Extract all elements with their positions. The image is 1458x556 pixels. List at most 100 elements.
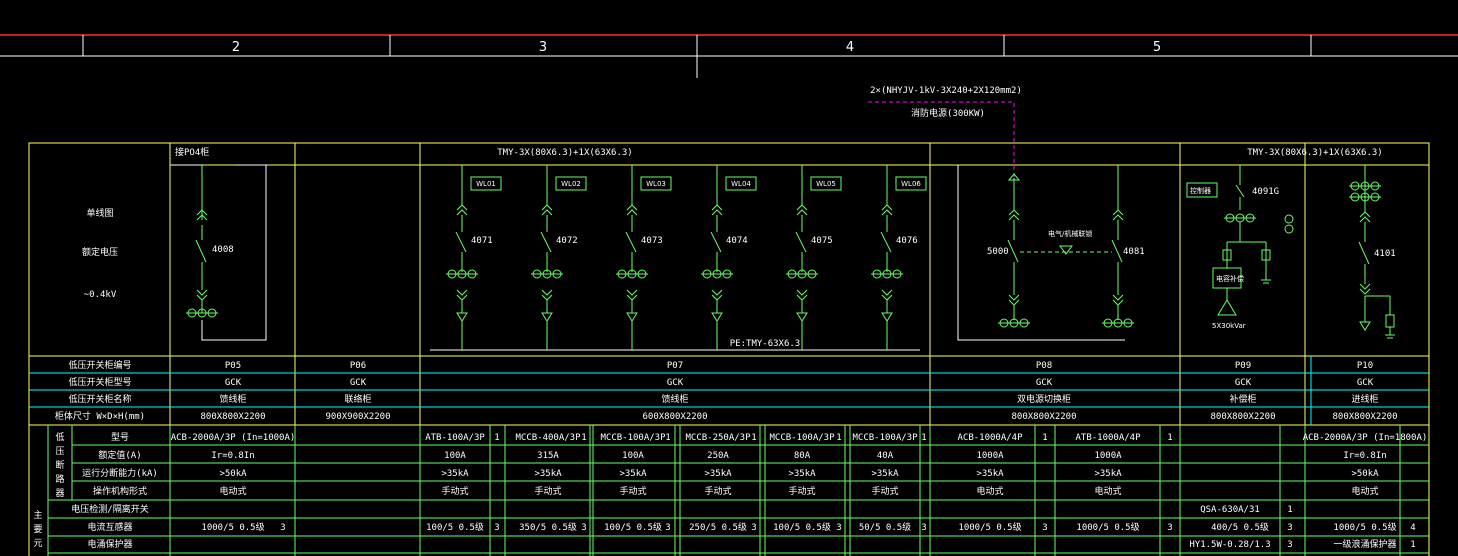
feeder-cable-label: 2×(NHYJV-1kV-3X240+2X120mm2) [870,86,1022,96]
spd-cell: HY1.5W-0.28/1.3 [1189,540,1270,550]
header-cell-p09: 补偿柜 [1229,393,1256,405]
ct-qty: 3 [1042,523,1047,533]
feeder-contact [541,289,553,301]
ct-cell: 1000/5 0.5级 [958,521,1021,533]
breaker-row-label: 操作机构形式 [93,485,147,497]
feeder-contact [711,289,723,301]
header-cell-p07: 馈线柜 [661,393,688,405]
breaker-qty: 1 [581,433,586,443]
ct-cell: 100/5 0.5级 [426,521,484,533]
breaker-qty: 1 [665,433,670,443]
side-main-char: 要 [33,524,42,535]
side-main-char: 元 [33,539,42,549]
breaker-cell: >35kA [619,469,647,479]
breaker-cell: 手动式 [871,485,898,497]
feeder-arrow [626,312,638,322]
ct-cell: 1000/5 0.5级 [201,521,264,533]
breaker-4076: 4076 [896,236,918,246]
header-label: 低压开关柜名称 [68,393,131,405]
ct-qty: 3 [280,523,285,533]
breaker-cell: MCCB-100A/3P [600,433,666,443]
feeder-switch [625,231,637,253]
header-label: 低压开关柜编号 [68,359,131,371]
header-cell-p10: 800X800X2200 [1332,412,1397,422]
compensation-tag: 电容补偿 [1216,274,1244,283]
ct-cell: 400/5 0.5级 [1211,521,1269,533]
reactor-tag: 控制器 [1190,186,1211,195]
rated-voltage-label: 额定电压 [82,246,118,258]
feeder-contact [881,289,893,301]
side-main-char: 主 [33,509,42,521]
breaker-cell: 40A [877,451,894,461]
component-text: 型号 ACB-2000A/3P (In=1000A) ATB-100A/3P MCCB… [71,432,1427,550]
header-cell-p10: P10 [1357,361,1373,371]
ct-cell: 100/5 0.5级 [604,521,662,533]
side-switch-char: 路 [55,473,64,485]
side-switch-char: 器 [55,488,64,499]
breaker-4074: 4074 [726,236,748,246]
breaker-cell: 100A [622,451,644,461]
header-cell-p05: GCK [225,378,242,388]
ct-cell: 100/5 0.5级 [773,521,831,533]
header-cell-p05: P05 [225,361,241,371]
breaker-qty: 1 [836,433,841,443]
breaker-4072: 4072 [556,236,578,246]
breaker-cell: 315A [537,451,559,461]
feeder-switch [795,231,807,253]
ruler-zone-2: 2 [232,40,240,55]
p07-feeders: WL01 4071 WL02 4072 WL03 4073 WL04 4074 WL05 4075… [446,165,927,350]
breaker-cell: ACB-2000A/3P (In=1800A) [1303,433,1428,443]
breaker-5000: 5000 [987,247,1009,257]
breaker-cell: 80A [794,451,811,461]
feeder-arrow [456,312,468,322]
ct-cell: 250/5 0.5级 [689,521,747,533]
feeder-contact [711,204,723,216]
ct-qty: 3 [494,523,499,533]
p07-feeder-1 [446,165,502,350]
feeder-contact [626,289,638,301]
breaker-cell: MCCB-400A/3P [515,433,581,443]
breaker-cell: 电动式 [976,485,1003,497]
feeder-arrow [541,312,553,322]
breaker-cell: 手动式 [704,485,731,497]
feeder-arrow [711,312,723,322]
header-cell-p07: GCK [667,378,684,388]
header-cell-p09: P09 [1235,361,1251,371]
ruler-zone-3: 3 [539,40,547,55]
breaker-cell: 手动式 [619,485,646,497]
breaker-cell: MCCB-100A/3P [852,433,918,443]
ct-qty: 3 [1287,523,1292,533]
breaker-cell: 手动式 [441,485,468,497]
feeder-arrow [796,312,808,322]
header-cell-p07: 600X800X2200 [642,412,707,422]
header-cell-p08: P08 [1036,361,1052,371]
breaker-cell: ACB-2000A/3P (In=1000A) [171,433,296,443]
breaker-4071: 4071 [471,236,493,246]
breaker-cell: 电动式 [1094,485,1121,497]
spd-qty: 1 [1410,540,1415,550]
breaker-4073: 4073 [641,236,663,246]
ct-qty: 3 [921,523,926,533]
feeder-contact [796,289,808,301]
breaker-row-label: 额定值(A) [98,449,141,461]
feeder-switch [455,231,467,253]
breaker-row-label: 型号 [111,432,129,443]
side-switch-char: 压 [55,446,64,457]
ct-qty: 3 [1167,523,1172,533]
ct-cell: 350/5 0.5级 [519,521,577,533]
ct-qty: 3 [751,523,756,533]
breaker-row-label: 运行分断能力(kA) [82,467,158,479]
feeder-contact [626,204,638,216]
p07-feeder-5 [786,165,842,350]
header-cell-p06: 900X900X2200 [325,412,390,422]
breaker-cell: >35kA [1094,469,1122,479]
feeder-tag: WL06 [901,180,921,188]
ruler-zone-5: 5 [1153,40,1161,55]
p07-feeder-6 [871,165,927,350]
feeder-load-label: 消防电源(300KW) [911,107,985,119]
feeder-switch [710,231,722,253]
breaker-cell: >35kA [871,469,899,479]
breaker-cell: 250A [707,451,729,461]
spd-qty: 3 [1287,540,1292,550]
header-cell-p06: 联络柜 [344,393,371,405]
